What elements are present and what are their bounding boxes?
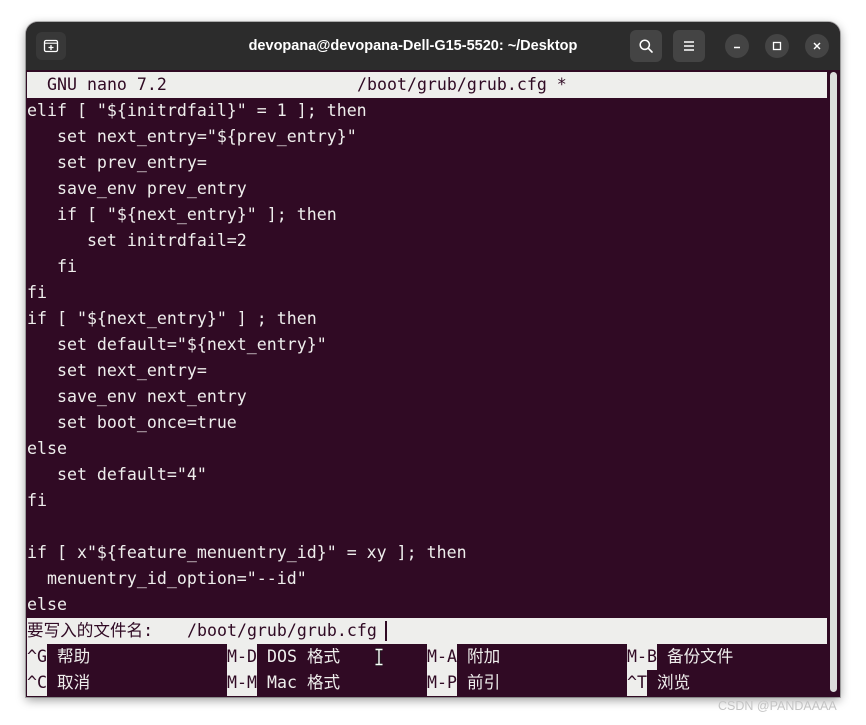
shortcut-browse: ^T 浏览 (627, 670, 690, 696)
nano-version: GNU nano 7.2 (47, 75, 167, 94)
file-line: set next_entry= (27, 361, 207, 380)
shortcut-key: M-M (227, 670, 257, 696)
hamburger-menu-icon (681, 38, 697, 54)
file-line: fi (27, 491, 47, 510)
title-area: devopana@devopana-Dell-G15-5520: ~/Deskt… (26, 22, 840, 70)
file-line: else (27, 439, 67, 458)
terminal-view[interactable]: GNU nano 7.2 /boot/grub/grub.cfg * elif … (26, 70, 840, 697)
shortcut-backup-file: M-B 备份文件 (627, 644, 733, 670)
search-button[interactable] (630, 30, 662, 62)
file-line: save_env next_entry (27, 387, 247, 406)
terminal-window: devopana@devopana-Dell-G15-5520: ~/Deskt… (26, 22, 840, 697)
file-line: set boot_once=true (27, 413, 237, 432)
shortcut-dos-format: M-D DOS 格式 (227, 644, 340, 670)
shortcut-key: M-P (427, 670, 457, 696)
close-button[interactable] (805, 34, 829, 58)
shortcut-mac-format: M-M Mac 格式 (227, 670, 340, 696)
shortcut-append: M-A 附加 (427, 644, 500, 670)
shortcut-key: ^G (27, 644, 47, 670)
shortcut-cancel: ^C 取消 (27, 670, 90, 696)
file-line: set next_entry="${prev_entry}" (27, 127, 357, 146)
maximize-button[interactable] (765, 34, 789, 58)
maximize-icon (771, 40, 783, 52)
file-line: if [ x"${feature_menuentry_id}" = xy ]; … (27, 543, 467, 562)
menu-button[interactable] (673, 30, 705, 62)
file-line: set default="${next_entry}" (27, 335, 327, 354)
i-beam-pointer-icon (373, 648, 385, 666)
shortcut-prepend: M-P 前引 (427, 670, 500, 696)
shortcut-bar-row-2: ^C 取消 M-M Mac 格式 M-P 前引 ^T 浏览 (27, 670, 827, 696)
shortcut-label: 前引 (466, 673, 501, 692)
file-line: set default="4" (27, 465, 207, 484)
file-line (27, 514, 827, 540)
shortcut-label: 帮助 (56, 647, 91, 666)
shortcut-key: ^T (627, 670, 647, 696)
file-line: fi (27, 257, 77, 276)
shortcut-label: 备份文件 (666, 647, 734, 666)
file-line: else (27, 595, 67, 614)
shortcut-key: M-D (227, 644, 257, 670)
shortcut-label: 浏览 (656, 673, 691, 692)
shortcut-label: DOS 格式 (266, 647, 341, 666)
file-line: if [ "${next_entry}" ] ; then (27, 309, 317, 328)
watermark: CSDN @PANDAAAA (718, 699, 837, 713)
nano-screen[interactable]: GNU nano 7.2 /boot/grub/grub.cfg * elif … (27, 72, 827, 696)
prompt-label: 要写入的文件名: (27, 621, 154, 640)
terminal-scrollbar[interactable] (830, 72, 837, 692)
file-line: set prev_entry= (27, 153, 207, 172)
text-cursor (385, 621, 387, 641)
file-line: set initrdfail=2 (27, 231, 247, 250)
file-line: if [ "${next_entry}" ]; then (27, 205, 337, 224)
shortcut-label: 附加 (466, 647, 501, 666)
shortcut-key: M-A (427, 644, 457, 670)
nano-filename: /boot/grub/grub.cfg * (357, 75, 567, 94)
shortcut-bar-row-1: ^G 帮助 M-D DOS 格式 M-A 附加 M-B 备份文件 (27, 644, 827, 670)
minimize-icon (731, 40, 743, 52)
file-line: fi (27, 283, 47, 302)
filename-prompt[interactable]: 要写入的文件名: /boot/grub/grub.cfg (27, 618, 827, 644)
file-line: elif [ "${initrdfail}" = 1 ]; then (27, 101, 367, 120)
shortcut-label: Mac 格式 (266, 673, 341, 692)
window-title: devopana@devopana-Dell-G15-5520: ~/Deskt… (248, 38, 578, 54)
close-icon (811, 40, 823, 52)
shortcut-help: ^G 帮助 (27, 644, 90, 670)
file-line: save_env prev_entry (27, 179, 247, 198)
minimize-button[interactable] (725, 34, 749, 58)
filename-input[interactable]: /boot/grub/grub.cfg (187, 618, 377, 644)
shortcut-label: 取消 (56, 673, 91, 692)
file-line: menuentry_id_option="--id" (27, 569, 307, 588)
shortcut-key: M-B (627, 644, 657, 670)
nano-title-bar: GNU nano 7.2 /boot/grub/grub.cfg * (27, 72, 827, 98)
search-icon (638, 38, 654, 54)
title-bar[interactable]: devopana@devopana-Dell-G15-5520: ~/Deskt… (26, 22, 840, 70)
shortcut-key: ^C (27, 670, 47, 696)
